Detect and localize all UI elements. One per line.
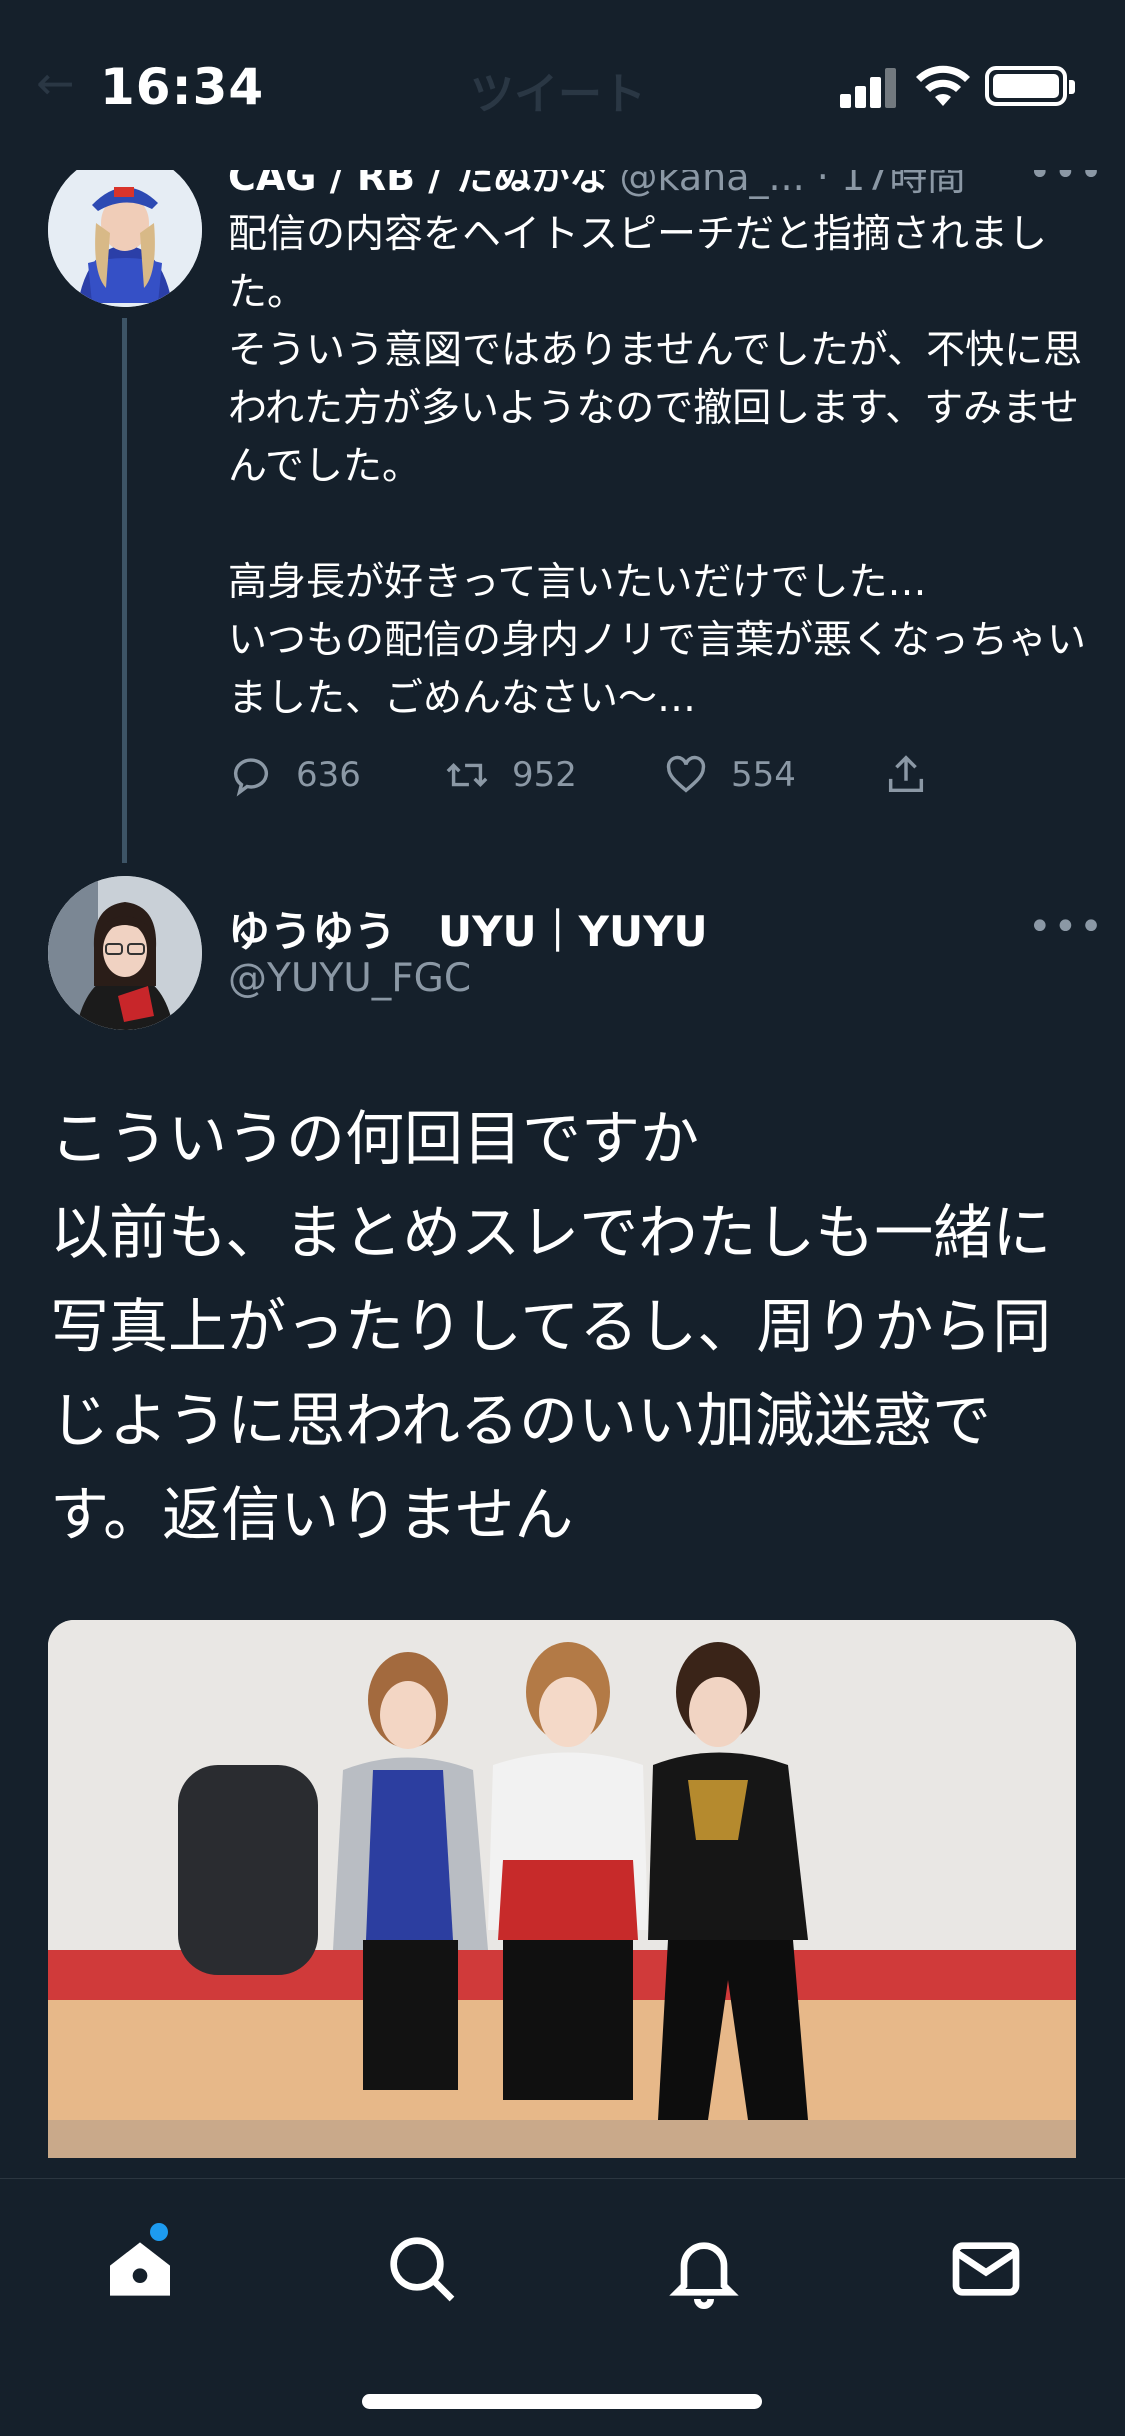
home-icon (110, 2242, 170, 2296)
reply-icon (233, 758, 269, 797)
battery-icon (985, 66, 1075, 106)
like-count: 554 (731, 755, 796, 795)
wifi-icon (916, 65, 970, 106)
author-handle[interactable]: @YUYU_FGC (228, 956, 471, 1001)
like-button[interactable]: 554 (663, 745, 796, 805)
author-name[interactable]: ゆうゆう UYU｜YUYU (228, 898, 708, 959)
header-title: ツイート (470, 69, 646, 120)
share-icon (888, 755, 924, 793)
retweet-count: 952 (512, 755, 577, 795)
heart-icon (666, 755, 706, 793)
share-button[interactable] (883, 745, 951, 805)
tweet-actions: 636 952 554 (228, 745, 1048, 805)
reply-button[interactable]: 636 (228, 745, 361, 805)
tweet-text: こういうの何回目ですか 以前も、まとめスレでわたしも一緒に写真上がったりしてるし… (50, 1104, 1052, 1549)
avatar[interactable] (48, 153, 202, 307)
back-arrow-icon[interactable]: ← (36, 56, 75, 110)
cellular-signal-icon (840, 68, 898, 108)
more-options-icon[interactable]: ••• (1028, 904, 1105, 950)
tab-search[interactable] (382, 2229, 462, 2309)
status-time: 16:34 (100, 58, 265, 116)
messages-icon (952, 2242, 1020, 2296)
reply-count: 636 (296, 755, 361, 795)
tab-notifications[interactable] (664, 2229, 744, 2309)
unread-indicator (150, 2223, 168, 2241)
tab-messages[interactable] (946, 2229, 1026, 2309)
notifications-icon (669, 2242, 739, 2309)
retweet-icon (446, 762, 488, 788)
search-icon (390, 2237, 455, 2302)
thread-line (122, 318, 127, 863)
retweet-button[interactable]: 952 (444, 745, 577, 805)
tweet-photo[interactable] (48, 1620, 1076, 2160)
tab-home[interactable] (100, 2223, 180, 2309)
tweet-text: 配信の内容をヘイトスピーチだと指摘されました。 そういう意図ではありませんでした… (228, 212, 1087, 721)
status-bar: ← ツイート 16:34 (0, 0, 1125, 170)
avatar[interactable] (48, 876, 202, 1030)
home-indicator[interactable] (362, 2394, 762, 2409)
